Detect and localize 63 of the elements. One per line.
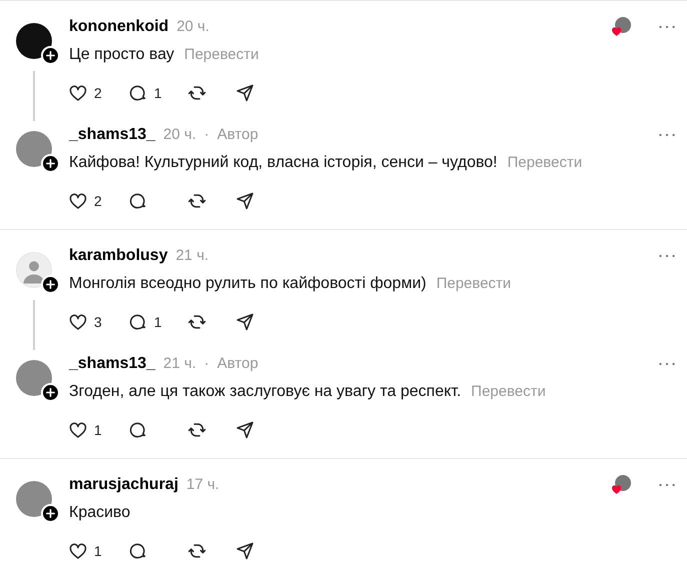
share-icon [235, 420, 255, 440]
more-icon [659, 483, 675, 487]
heart-icon [611, 484, 622, 495]
more-options-button[interactable] [659, 25, 675, 29]
comment-text: Це просто вау [69, 45, 174, 65]
separator-dot: · [204, 124, 210, 145]
more-options-button[interactable] [659, 483, 675, 487]
plus-icon [45, 279, 56, 290]
share-icon [235, 191, 255, 211]
username[interactable]: _shams13_ [69, 123, 156, 147]
more-options-button[interactable] [659, 133, 675, 137]
username[interactable]: _shams13_ [69, 352, 156, 376]
comment-icon [128, 191, 148, 211]
comment-text: Красиво [69, 503, 130, 523]
plus-icon [45, 50, 56, 61]
photo-placeholder[interactable] [16, 360, 52, 396]
heart-icon [68, 191, 88, 211]
heart-icon [68, 541, 88, 561]
comment-button[interactable]: 1 [128, 81, 187, 105]
timestamp: 17 ч. [186, 474, 220, 495]
comment-text: Кайфова! Культурний код, власна історія, сенси – чудово! [69, 153, 498, 173]
timestamp: 20 ч. [163, 124, 196, 145]
plus-icon [45, 158, 56, 169]
heart-button[interactable]: 1 [68, 539, 128, 563]
heart-icon [68, 83, 88, 103]
timestamp: 20 ч. [176, 16, 210, 37]
comment-icon [128, 83, 148, 103]
comment-icon [128, 541, 148, 561]
heart-icon [611, 26, 622, 37]
heart-button[interactable]: 2 [68, 189, 128, 213]
photo-placeholder[interactable] [16, 131, 52, 167]
username[interactable]: marusjachuraj [69, 473, 178, 497]
comment-text: Монголія всеодно рулить по кайфовості форми) [69, 274, 426, 294]
author-label: Автор [217, 124, 258, 145]
heart-button[interactable]: 2 [68, 81, 128, 105]
separator-dot: · [204, 354, 210, 374]
comment-button[interactable]: 1 [128, 310, 187, 334]
share-icon [235, 83, 255, 103]
share-icon [235, 312, 255, 332]
username[interactable]: kononenkoid [69, 15, 169, 39]
default-avatar[interactable] [16, 252, 52, 288]
heart-button[interactable]: 1 [68, 418, 128, 442]
logo-avatar[interactable] [16, 23, 52, 59]
comment-text: Згоден, але ця також заслуговує на увагу та респект. [69, 382, 462, 402]
more-icon [659, 25, 675, 29]
more-options-button[interactable] [659, 254, 675, 258]
heart-icon [68, 312, 88, 332]
heart-icon [68, 420, 88, 440]
more-options-button[interactable] [659, 362, 675, 366]
plus-icon [45, 508, 56, 519]
username[interactable]: karambolusy [69, 244, 168, 268]
plus-icon [45, 387, 56, 398]
more-icon [659, 254, 675, 258]
more-icon [659, 362, 675, 366]
timestamp: 21 ч. [163, 354, 196, 374]
photo-placeholder[interactable] [16, 481, 52, 517]
comment-icon [128, 312, 148, 332]
more-icon [659, 133, 675, 137]
comment-icon [128, 420, 148, 440]
heart-button[interactable]: 3 [68, 310, 128, 334]
share-icon [235, 541, 255, 561]
timestamp: 21 ч. [176, 246, 209, 266]
author-label: Автор [217, 354, 258, 374]
